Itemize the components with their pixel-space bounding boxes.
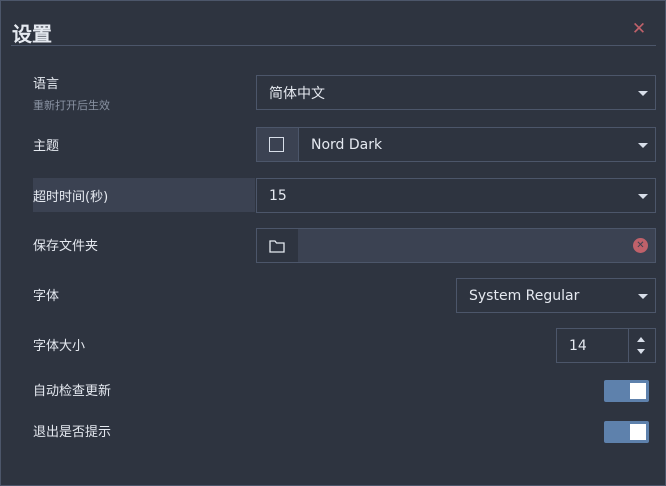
save-folder-field: ✕ [256, 228, 656, 263]
exit-prompt-toggle[interactable] [604, 421, 649, 443]
settings-dialog: 设置 ✕ 语言 重新打开后生效 简体中文 主题 Nord Dark 超时时间(秒… [0, 0, 666, 486]
dialog-title: 设置 [12, 22, 52, 46]
theme-swatch-box [257, 128, 299, 161]
language-hint: 重新打开后生效 [33, 99, 110, 112]
decrement-icon[interactable] [637, 349, 645, 354]
timeout-value: 15 [269, 187, 287, 204]
theme-swatch-icon [269, 137, 284, 152]
chevron-down-icon [638, 90, 648, 96]
increment-icon[interactable] [637, 337, 645, 342]
font-value: System Regular [469, 287, 580, 304]
save-folder-label: 保存文件夹 [33, 239, 99, 254]
theme-value: Nord Dark [311, 136, 383, 153]
font-size-stepper[interactable]: 14 [556, 328, 656, 363]
toggle-knob [630, 383, 646, 399]
theme-select[interactable]: Nord Dark [256, 127, 656, 162]
folder-icon[interactable] [257, 229, 299, 262]
stepper-buttons [628, 329, 655, 362]
clear-icon[interactable]: ✕ [633, 238, 648, 253]
font-size-label: 字体大小 [33, 339, 86, 354]
font-label: 字体 [33, 289, 60, 304]
font-select[interactable]: System Regular [456, 278, 656, 313]
timeout-label: 超时时间(秒) [33, 190, 109, 205]
chevron-down-icon [638, 293, 648, 299]
toggle-knob [630, 424, 646, 440]
chevron-down-icon [638, 193, 648, 199]
close-icon[interactable]: ✕ [631, 21, 647, 38]
title-divider [11, 45, 656, 46]
save-folder-input[interactable] [298, 229, 655, 262]
chevron-down-icon [638, 142, 648, 148]
timeout-select[interactable]: 15 [256, 178, 656, 213]
auto-update-label: 自动检查更新 [33, 384, 112, 399]
language-select[interactable]: 简体中文 [256, 75, 656, 110]
theme-label: 主题 [33, 139, 60, 154]
exit-prompt-label: 退出是否提示 [33, 425, 112, 440]
auto-update-toggle[interactable] [604, 380, 649, 402]
font-size-value: 14 [569, 337, 587, 354]
language-label: 语言 [33, 77, 60, 92]
language-value: 简体中文 [269, 85, 325, 102]
